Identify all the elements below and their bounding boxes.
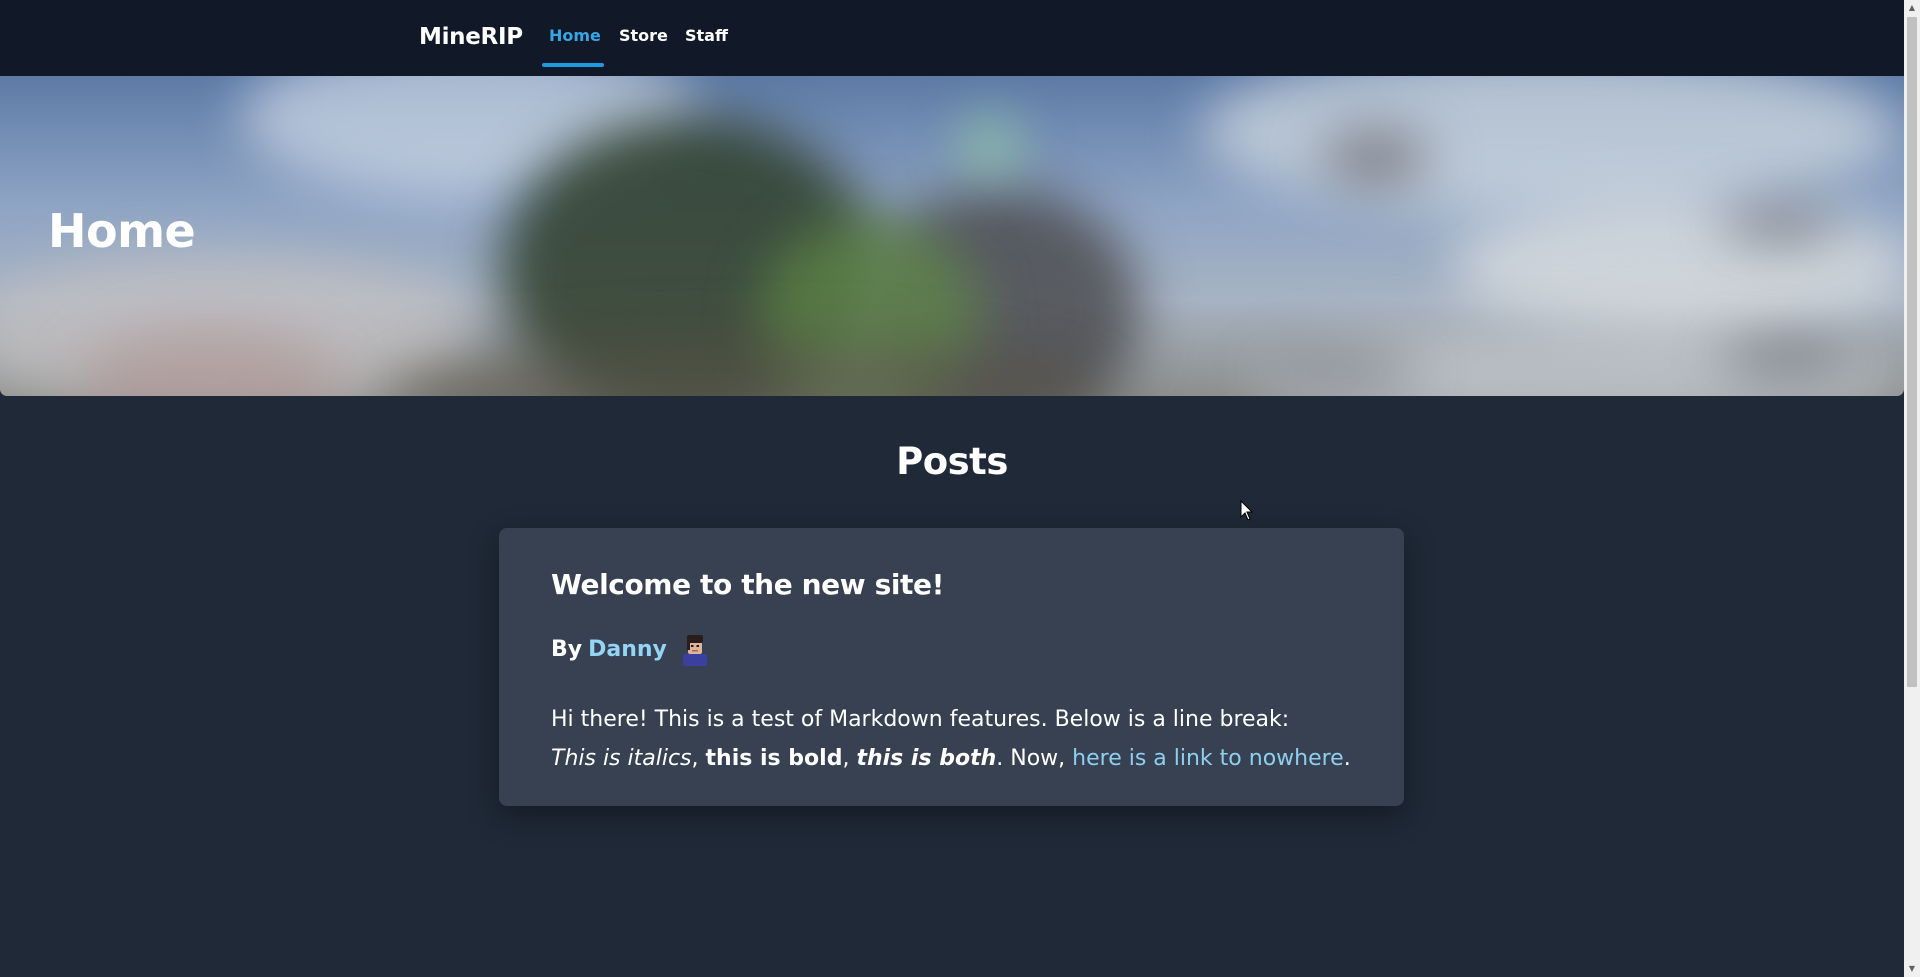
mouse-cursor-icon (1240, 500, 1254, 521)
nav-link-store[interactable]: Store (619, 26, 668, 45)
posts-section-title: Posts (896, 440, 1008, 483)
post-card: Welcome to the new site! By Danny Hi the… (499, 528, 1404, 806)
post-body: Hi there! This is a test of Markdown fea… (551, 700, 1371, 778)
post-byline: By Danny (551, 632, 711, 666)
hero-banner: Home (0, 76, 1904, 396)
hero-cloud (1720, 206, 1840, 241)
plain-text: . (1343, 746, 1351, 771)
hero-cloud (1320, 126, 1430, 191)
active-tab-indicator (542, 63, 604, 67)
nav-link-staff[interactable]: Staff (685, 26, 728, 45)
italic-text: This is italics (551, 746, 692, 771)
post-title: Welcome to the new site! (551, 568, 944, 601)
plain-text: . Now, (996, 746, 1073, 771)
vertical-scrollbar[interactable]: ▲ ▼ (1904, 0, 1920, 977)
hero-page-title: Home (48, 204, 196, 258)
hero-cloud (1260, 356, 1420, 386)
hero-light (960, 116, 1020, 176)
site-brand-logo[interactable]: MineRIP (419, 24, 523, 50)
text-separator: , (691, 746, 706, 771)
hero-cloud (1200, 76, 1900, 216)
post-body-line-1: Hi there! This is a test of Markdown fea… (551, 707, 1290, 732)
scroll-down-arrow-icon[interactable]: ▼ (1904, 961, 1920, 977)
author-link[interactable]: Danny (588, 637, 667, 662)
nowhere-link[interactable]: here is a link to nowhere (1072, 746, 1344, 771)
top-navigation-bar: MineRIP Home Store Staff (0, 0, 1904, 76)
text-separator: , (842, 746, 857, 771)
byline-label: By (551, 636, 583, 662)
post-body-line-2: This is italics, this is bold, this is b… (551, 739, 1371, 778)
bold-text: this is bold (705, 746, 843, 771)
nav-link-home[interactable]: Home (549, 26, 601, 45)
scrollbar-thumb[interactable] (1907, 17, 1917, 687)
user-avatar-icon[interactable] (679, 632, 711, 666)
hero-cloud (1720, 341, 1850, 376)
bold-italic-text: this is both (856, 746, 997, 771)
scroll-up-arrow-icon[interactable]: ▲ (1904, 0, 1920, 16)
